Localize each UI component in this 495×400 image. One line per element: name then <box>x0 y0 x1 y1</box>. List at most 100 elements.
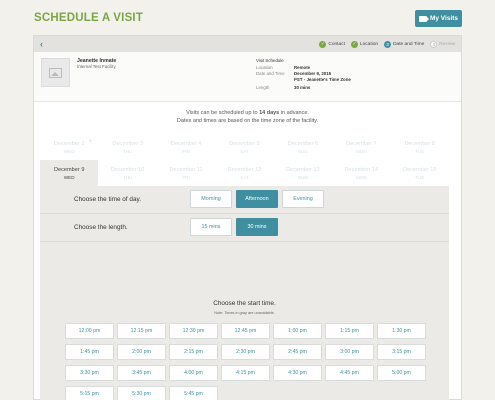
weekday-label: MON <box>355 174 367 180</box>
step-list: ✓ Contact ✓ Location 3 Date and Time 4 Review <box>319 40 455 48</box>
start-time-button[interactable]: 2:45 pm <box>273 344 322 360</box>
datetime-label: Date and Time <box>256 71 285 76</box>
start-time-button[interactable]: 3:30 pm <box>65 365 114 381</box>
start-time-button[interactable]: 1:00 pm <box>273 323 322 339</box>
length-15-button[interactable]: 15 mins <box>190 218 232 236</box>
weekday-label: TUE <box>415 148 425 154</box>
time-of-day-label: Choose the time of day. <box>74 196 142 203</box>
start-time-button[interactable]: 5:15 pm <box>65 386 114 400</box>
date-tab-december-15[interactable]: December 15 TUE <box>391 160 449 186</box>
date-tab-december-11[interactable]: December 11 FRI <box>157 160 215 186</box>
start-time-button[interactable]: 1:15 pm <box>325 323 374 339</box>
evening-button[interactable]: Evening <box>282 190 324 208</box>
schedule-card: ‹ ✓ Contact ✓ Location 3 Date and Time 4 Review… <box>33 35 462 400</box>
advance-days: 14 days <box>259 110 280 116</box>
step-location[interactable]: ✓ Location <box>350 40 378 48</box>
start-time-note: Note: Times in gray are unavailable. <box>214 311 275 315</box>
time-of-day-row: Choose the time of day. Morning Afternoo… <box>40 186 449 214</box>
back-chevron-icon[interactable]: ‹ <box>40 39 54 49</box>
step-label: Date and Time <box>393 41 425 47</box>
weekday-label: FRI <box>182 174 190 180</box>
start-time-button[interactable]: 4:15 pm <box>221 365 270 381</box>
date-label: December 5 <box>229 141 260 147</box>
date-tab-december-9[interactable]: December 9 WED <box>40 160 99 186</box>
date-value: December 9, 2015 <box>294 71 332 76</box>
step-number: 3 <box>384 40 392 48</box>
weekday-label: THU <box>122 148 133 154</box>
date-tab-december-7: December 7 MON <box>332 134 390 160</box>
step-label: Contact <box>328 41 345 47</box>
visit-schedule-title: Visit Schedule <box>256 58 284 63</box>
date-label: December 6 <box>287 141 319 147</box>
date-tab-december-13[interactable]: December 13 SUN <box>274 160 332 186</box>
step-contact[interactable]: ✓ Contact <box>319 40 345 48</box>
date-label: December 14 <box>344 167 379 173</box>
date-row-1: December 2 WED † December 3 THU December 4 FRI… <box>40 134 449 160</box>
start-time-button[interactable]: 4:30 pm <box>273 365 322 381</box>
date-label: December 7 <box>346 141 377 147</box>
date-tab-december-14[interactable]: December 14 MON <box>332 160 390 186</box>
date-label: December 3 <box>112 141 143 147</box>
start-time-button[interactable]: 3:15 pm <box>377 344 426 360</box>
weekday-label: WED <box>63 148 75 154</box>
date-label: December 9 <box>53 167 85 173</box>
progress-bar: ‹ ✓ Contact ✓ Location 3 Date and Time 4 Review <box>34 36 461 52</box>
location-row: Location Remote <box>256 65 416 70</box>
date-picker: December 2 WED † December 3 THU December 4 FRI… <box>40 134 449 186</box>
start-time-button[interactable]: 5:30 pm <box>117 386 166 400</box>
start-time-button[interactable]: 5:45 pm <box>169 386 218 400</box>
start-time-button[interactable]: 3:45 pm <box>117 365 166 381</box>
length-30-button[interactable]: 30 mins <box>236 218 278 236</box>
weekday-label: MON <box>355 148 367 154</box>
length-value: 30 mins <box>294 85 311 90</box>
start-time-button[interactable]: 3:00 pm <box>325 344 374 360</box>
location-label: Location <box>256 65 273 70</box>
date-label: December 10 <box>110 167 145 173</box>
start-time-button[interactable]: 1:45 pm <box>65 344 114 360</box>
weekday-label: SUN <box>298 174 308 180</box>
date-label: December 4 <box>170 141 202 147</box>
timezone-notice: Dates and times are based on the time zo… <box>176 118 319 124</box>
start-time-button[interactable]: 2:00 pm <box>117 344 166 360</box>
visit-summary: Jeanette Inmate Internal Test Facility V… <box>34 52 461 102</box>
length-select-label: Choose the length. <box>74 224 128 231</box>
my-visits-button[interactable]: My Visits <box>415 10 462 27</box>
step-review: 4 Review <box>430 40 455 48</box>
start-time-button[interactable]: 12:15 pm <box>117 323 166 339</box>
page-title: SCHEDULE A VISIT <box>34 12 144 24</box>
date-tab-december-3: December 3 THU <box>98 134 156 160</box>
date-tab-december-5: December 5 SAT <box>215 134 273 160</box>
date-tab-december-2: December 2 WED † <box>40 134 98 160</box>
avatar <box>41 58 70 87</box>
today-marker-icon: † <box>89 138 92 143</box>
morning-button[interactable]: Morning <box>190 190 232 208</box>
start-time-button[interactable]: 12:45 pm <box>221 323 270 339</box>
weekday-label: FRI <box>182 148 190 154</box>
length-row: Length 30 mins <box>256 85 416 90</box>
step-date-and-time: 3 Date and Time <box>384 40 425 48</box>
my-visits-label: My Visits <box>429 15 459 22</box>
date-tab-december-12[interactable]: December 12 SAT <box>215 160 273 186</box>
date-tab-december-10[interactable]: December 10 THU <box>98 160 156 186</box>
start-time-button[interactable]: 1:30 pm <box>377 323 426 339</box>
date-tab-december-4: December 4 FRI <box>157 134 215 160</box>
start-time-button[interactable]: 2:15 pm <box>169 344 218 360</box>
date-label: December 15 <box>402 167 437 173</box>
start-time-button[interactable]: 5:00 pm <box>377 365 426 381</box>
date-row-2: December 9 WED December 10 THU December 11 FR… <box>40 160 449 186</box>
date-tab-december-6: December 6 SUN <box>274 134 332 160</box>
inmate-facility: Internal Test Facility <box>77 64 116 69</box>
image-placeholder-icon <box>49 67 62 78</box>
step-number: 4 <box>430 40 438 48</box>
start-time-button[interactable]: 2:30 pm <box>221 344 270 360</box>
step-label: Review <box>439 41 455 47</box>
start-time-button[interactable]: 12:30 pm <box>169 323 218 339</box>
afternoon-button[interactable]: Afternoon <box>236 190 278 208</box>
length-select-row: Choose the length. 15 mins 30 mins <box>40 214 449 242</box>
start-time-button[interactable]: 4:00 pm <box>169 365 218 381</box>
video-camera-icon <box>418 15 429 22</box>
date-label: December 8 <box>404 141 435 147</box>
start-time-button[interactable]: 4:45 pm <box>325 365 374 381</box>
datetime-row: Date and Time December 9, 2015 PST - Jea… <box>256 71 416 82</box>
start-time-button[interactable]: 12:00 pm <box>65 323 114 339</box>
